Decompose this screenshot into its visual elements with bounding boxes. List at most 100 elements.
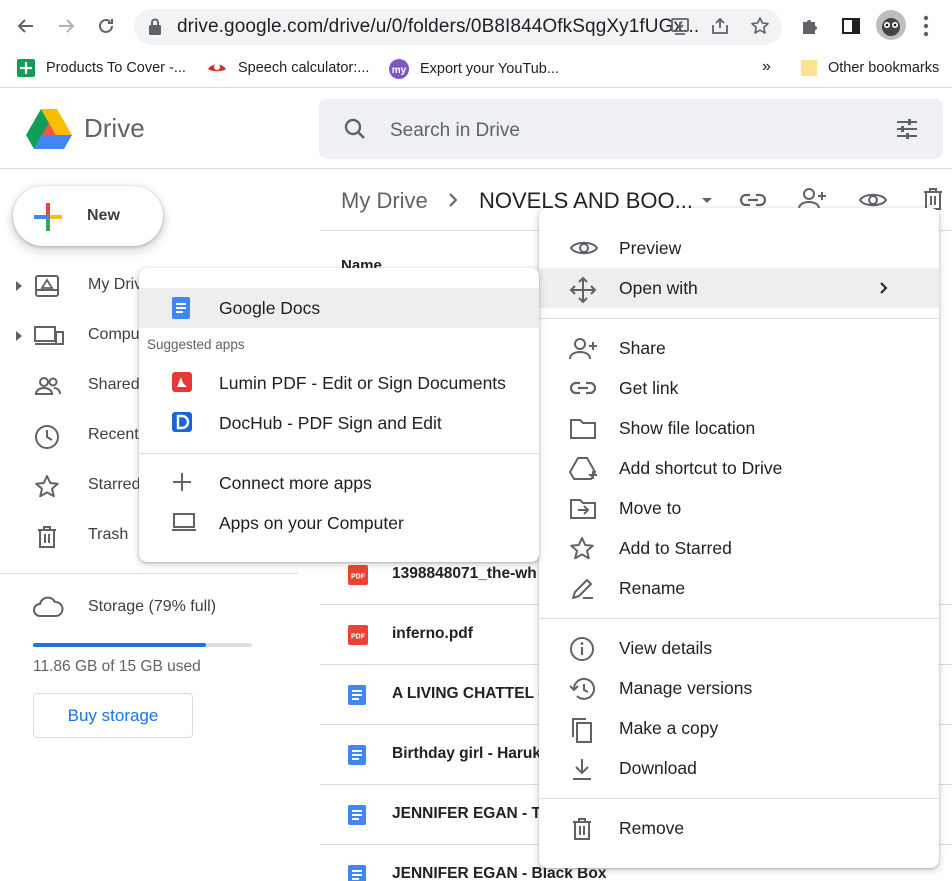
plus-colored-icon [34, 203, 62, 231]
menu-item-label: Add shortcut to Drive [619, 458, 783, 478]
extensions-puzzle-icon[interactable] [800, 16, 820, 36]
doc-file-icon [348, 745, 366, 765]
menu-item-add-starred[interactable]: Add to Starred [539, 528, 939, 568]
dochub-icon [171, 411, 193, 433]
side-panel-icon[interactable] [841, 16, 861, 36]
download-icon [569, 756, 595, 782]
submenu-item-lumin-pdf[interactable]: Lumin PDF - Edit or Sign Documents [139, 363, 539, 403]
other-bookmarks-label: Other bookmarks [828, 60, 940, 76]
doc-file-icon [348, 805, 366, 825]
url-text[interactable]: drive.google.com/drive/u/0/folders/0B8I8… [177, 16, 699, 38]
search-options-icon[interactable] [895, 117, 919, 141]
submenu-item-google-docs[interactable]: Google Docs [139, 288, 539, 328]
menu-item-make-copy[interactable]: Make a copy [539, 708, 939, 748]
plus-icon [171, 471, 193, 493]
svg-text:PDF: PDF [351, 634, 366, 641]
bookmark-youtube-export[interactable]: my Export your YouTub... [388, 58, 559, 80]
submenu-item-connect-apps[interactable]: Connect more apps [139, 463, 539, 503]
trash-icon [569, 816, 595, 842]
menu-separator [539, 318, 939, 319]
sidebar-item-label: Recent [88, 426, 139, 443]
menu-item-label: Download [619, 758, 697, 778]
buy-storage-button[interactable]: Buy storage [33, 693, 193, 738]
drive-logo-icon[interactable] [26, 107, 72, 149]
breadcrumb-root[interactable]: My Drive [341, 188, 428, 214]
storage-progress-fill [33, 643, 206, 647]
menu-item-open-with[interactable]: Open with [539, 268, 939, 308]
expand-arrow-icon[interactable] [16, 331, 22, 341]
menu-item-show-location[interactable]: Show file location [539, 408, 939, 448]
pdf-file-icon: PDF [348, 625, 368, 645]
pencil-icon [569, 576, 595, 602]
doc-file-icon [348, 685, 366, 705]
sidebar-item-label: Trash [88, 526, 129, 543]
menu-separator [539, 798, 939, 799]
folder-dropdown-icon[interactable] [700, 196, 714, 206]
info-icon [569, 636, 595, 662]
expand-arrow-icon[interactable] [16, 281, 22, 291]
menu-item-label: Manage versions [619, 678, 753, 698]
search-icon[interactable] [343, 117, 367, 141]
storage-label[interactable]: Storage (79% full) [88, 598, 216, 616]
lock-icon[interactable] [148, 18, 162, 36]
menu-item-download[interactable]: Download [539, 748, 939, 788]
star-icon [569, 536, 595, 562]
share-person-icon [569, 336, 599, 362]
lumin-icon [171, 371, 193, 393]
bookmark-star-icon[interactable] [750, 16, 770, 36]
browser-menu-icon[interactable] [922, 14, 930, 38]
app-title[interactable]: Drive [84, 113, 145, 144]
menu-item-label: Open with [619, 278, 698, 298]
submenu-item-label: DocHub - PDF Sign and Edit [219, 413, 442, 433]
suggested-apps-heading: Suggested apps [147, 337, 245, 352]
shared-icon [34, 374, 62, 398]
submenu-item-computer-apps[interactable]: Apps on your Computer [139, 503, 539, 543]
menu-item-add-shortcut[interactable]: Add shortcut to Drive [539, 448, 939, 488]
menu-item-label: Make a copy [619, 718, 719, 738]
menu-item-view-details[interactable]: View details [539, 628, 939, 668]
menu-item-remove[interactable]: Remove [539, 808, 939, 848]
storage-used-text: 11.86 GB of 15 GB used [33, 658, 201, 675]
menu-item-label: Rename [619, 578, 686, 598]
install-app-icon[interactable] [670, 16, 690, 36]
bookmark-label: Speech calculator:... [238, 60, 370, 76]
bookmark-label: Products To Cover -... [46, 60, 186, 76]
file-name: 1398848071_the-wh [392, 565, 537, 582]
submenu-item-label: Connect more apps [219, 473, 372, 493]
file-name: inferno.pdf [392, 625, 473, 642]
doc-file-icon [348, 865, 366, 881]
search-input[interactable]: Search in Drive [390, 120, 520, 142]
cloud-icon [32, 596, 64, 620]
bookmarks-overflow[interactable]: » [762, 58, 771, 76]
other-bookmarks[interactable]: Other bookmarks [800, 58, 939, 78]
menu-item-label: Get link [619, 378, 679, 398]
submenu-item-dochub[interactable]: DocHub - PDF Sign and Edit [139, 403, 539, 443]
reload-icon[interactable] [90, 10, 122, 42]
bookmark-speech[interactable]: Speech calculator:... [206, 58, 369, 78]
bookmark-products[interactable]: Products To Cover -... [16, 58, 186, 78]
share-page-icon[interactable] [710, 16, 730, 36]
svg-text:my: my [392, 65, 407, 76]
menu-item-get-link[interactable]: Get link [539, 368, 939, 408]
back-arrow-icon[interactable] [10, 10, 42, 42]
svg-text:PDF: PDF [351, 574, 366, 581]
submenu-item-label: Google Docs [219, 298, 321, 318]
profile-avatar[interactable] [876, 10, 906, 40]
my-icon: my [388, 58, 410, 80]
menu-item-move-to[interactable]: Move to [539, 488, 939, 528]
forward-arrow-icon[interactable] [50, 10, 82, 42]
file-name: A LIVING CHATTEL - [392, 685, 544, 702]
menu-item-rename[interactable]: Rename [539, 568, 939, 608]
history-icon [569, 676, 597, 702]
sheets-icon [16, 58, 36, 78]
menu-item-share[interactable]: Share [539, 328, 939, 368]
menu-item-preview[interactable]: Preview [539, 228, 939, 268]
submenu-item-label: Apps on your Computer [219, 513, 404, 533]
speech-icon [206, 58, 228, 78]
menu-separator [539, 618, 939, 619]
open-with-icon [569, 276, 597, 304]
eye-icon [569, 236, 599, 260]
menu-item-manage-versions[interactable]: Manage versions [539, 668, 939, 708]
submenu-item-label: Lumin PDF - Edit or Sign Documents [219, 373, 506, 393]
submenu-chevron-icon [879, 281, 889, 295]
